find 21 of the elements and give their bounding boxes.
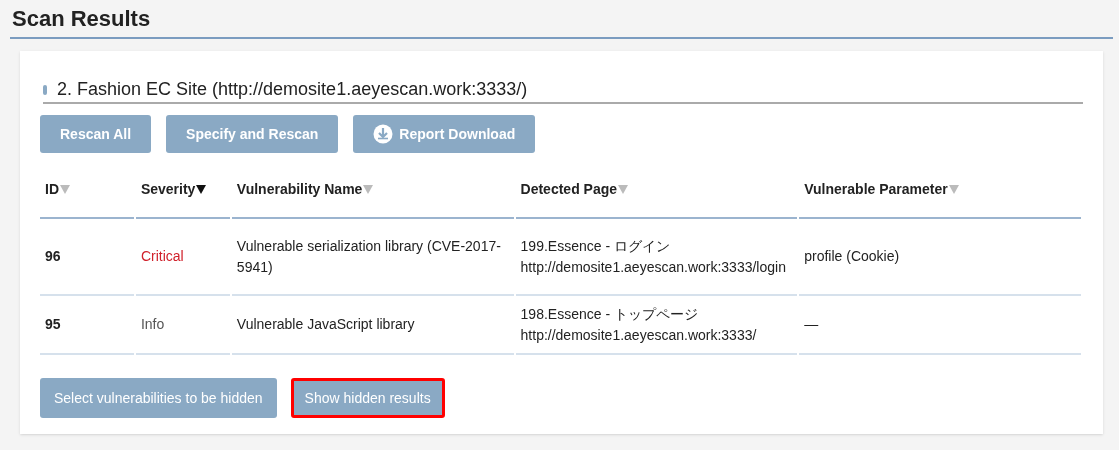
section-title: 2. Fashion EC Site (http://demosite1.aeyescan.work:3333/) <box>57 78 528 101</box>
page-url-text: http://demosite1.aeyescan.work:3333/ <box>520 325 758 345</box>
vulnerability-name-cell: Vulnerable serialization library (CVE-2017-5941) <box>236 237 501 275</box>
column-header[interactable]: Detected Page <box>515 179 798 219</box>
parameter-cell: profile (Cookie) <box>804 248 900 264</box>
heading-marker-icon <box>43 85 47 95</box>
id-cell: 95 <box>45 316 61 332</box>
severity-cell: Info <box>140 316 165 332</box>
page-title: Scan Results <box>11 5 152 33</box>
parameter-cell: — <box>804 316 819 332</box>
page-title-text: 198.Essence - トップページ <box>520 304 699 324</box>
column-header[interactable]: Vulnerable Parameter <box>799 179 1081 219</box>
vulnerability-name-cell: Vulnerable JavaScript library <box>236 316 415 332</box>
column-header[interactable]: ID <box>40 179 134 219</box>
severity-cell: Critical <box>140 248 184 264</box>
column-header[interactable]: Vulnerability Name <box>231 179 514 219</box>
id-cell: 96 <box>45 248 61 264</box>
column-header[interactable]: Severity <box>135 179 230 219</box>
download-icon <box>373 124 394 144</box>
page-title-text: 199.Essence - ログイン <box>520 236 671 256</box>
page-url-text: http://demosite1.aeyescan.work:3333/login <box>520 257 787 277</box>
